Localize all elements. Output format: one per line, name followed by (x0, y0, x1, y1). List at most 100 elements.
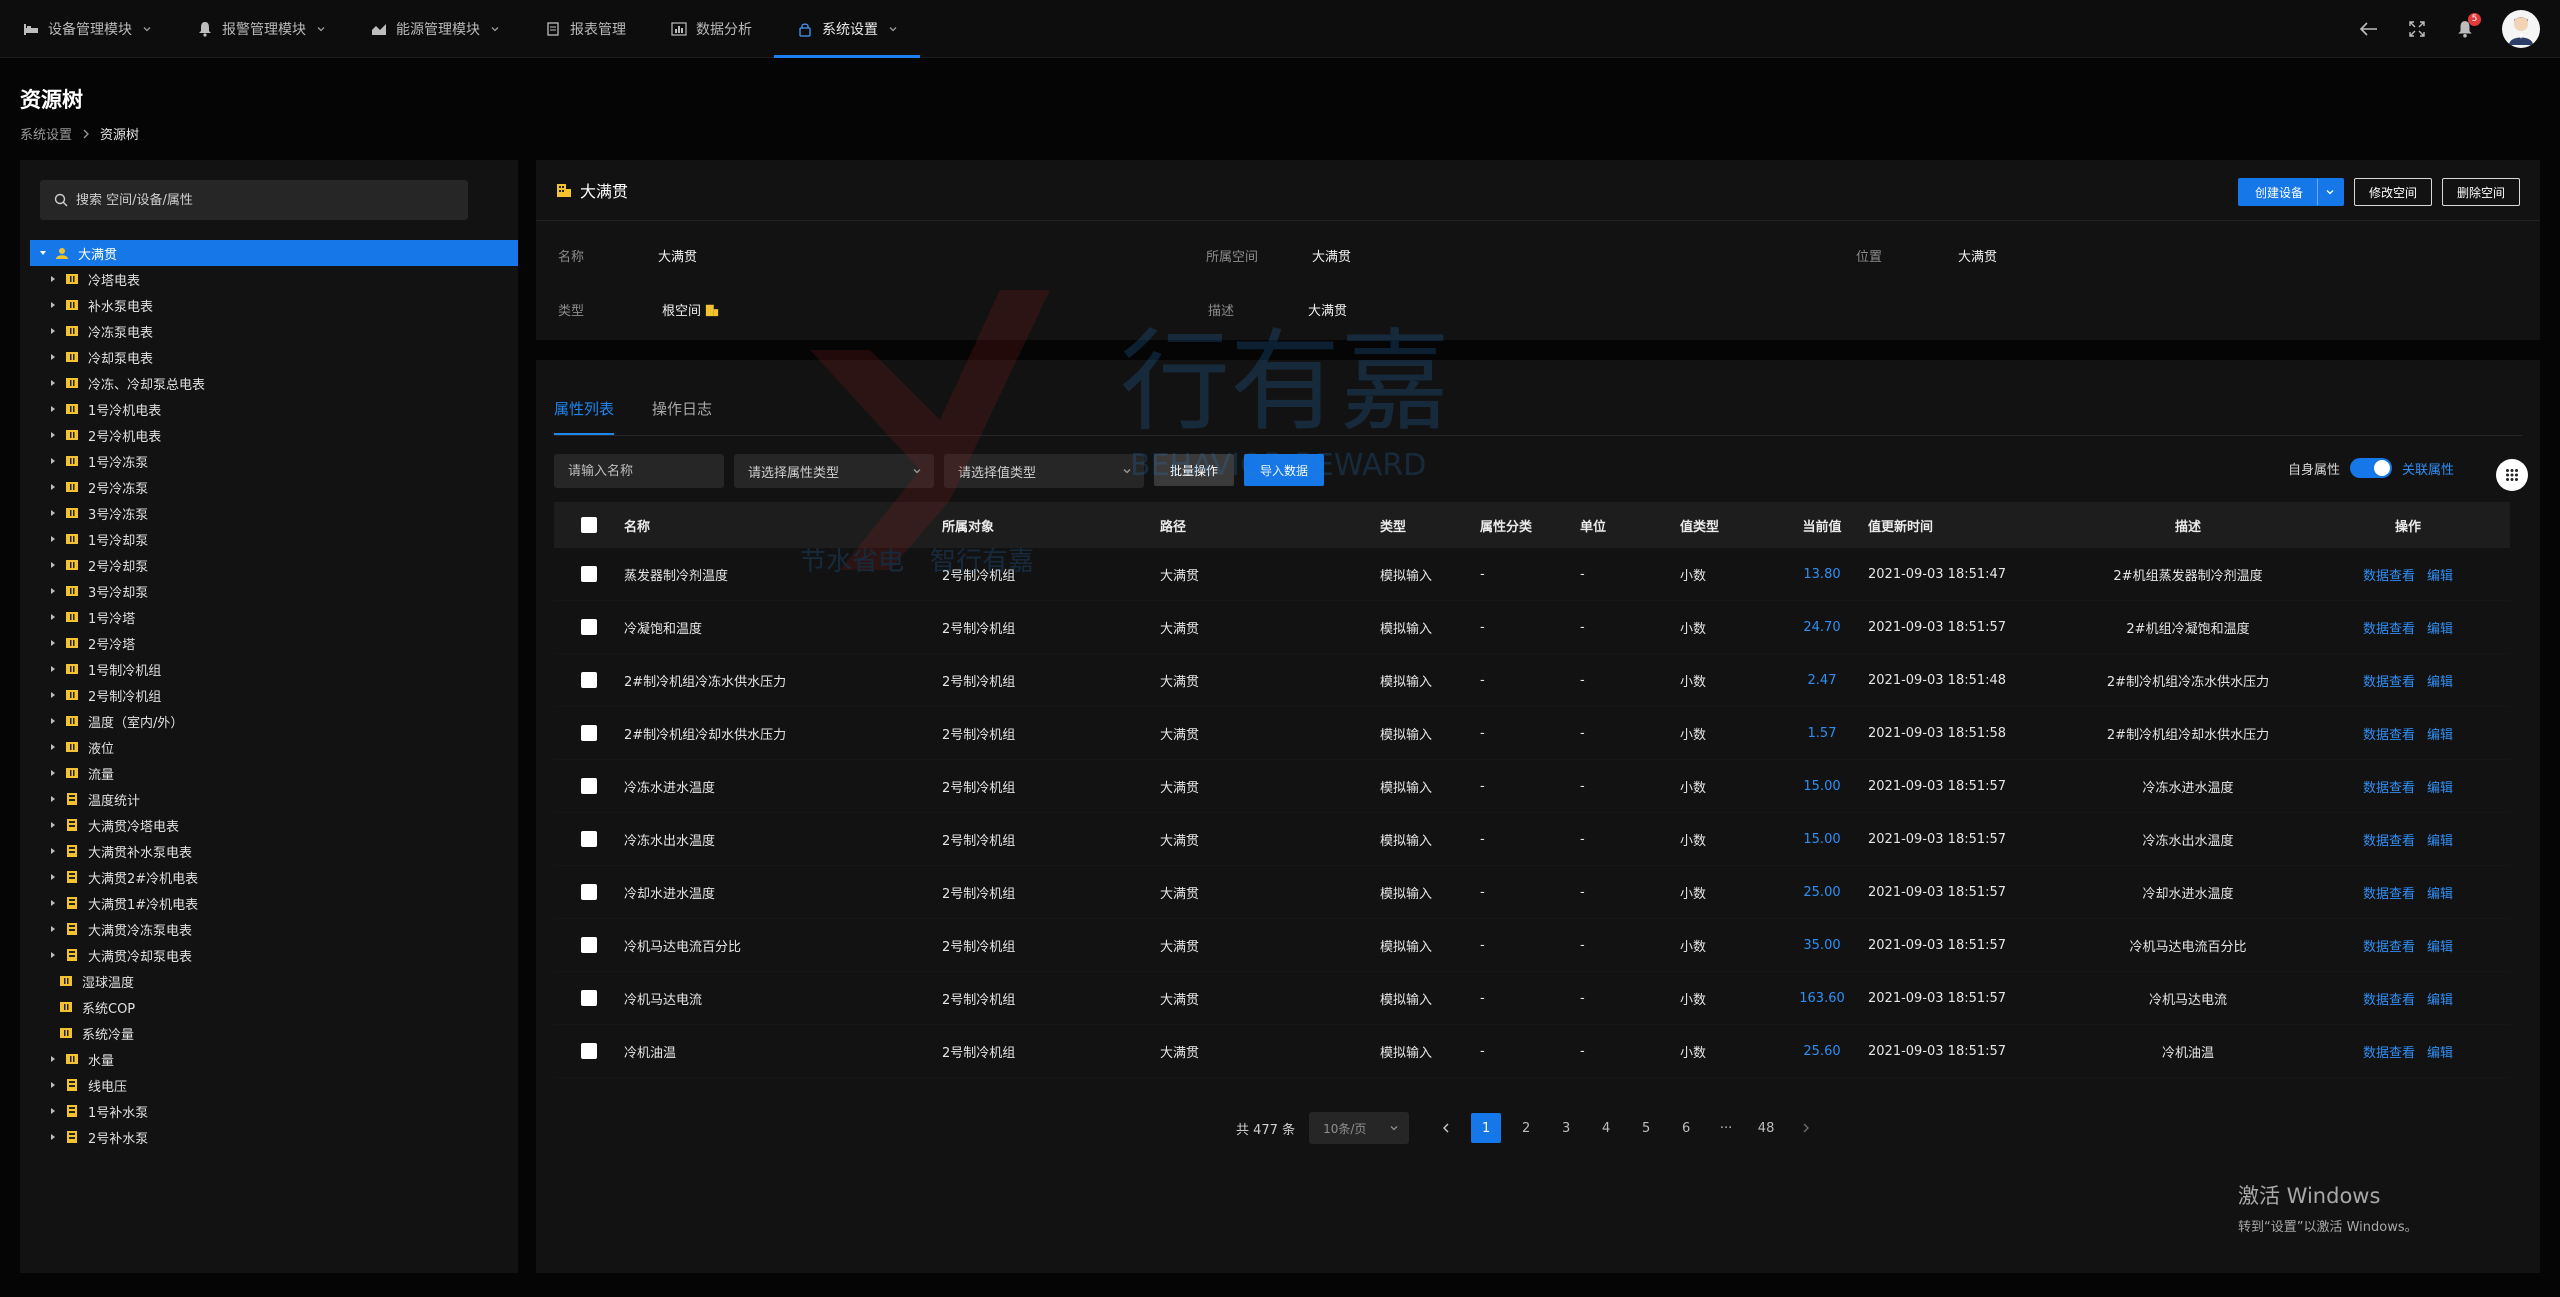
create-device-button[interactable]: 创建设备 (2237, 178, 2344, 206)
row-checkbox[interactable] (581, 1043, 597, 1059)
caret-right-icon[interactable] (48, 508, 58, 518)
prev-page-button[interactable] (1431, 1113, 1461, 1143)
name-filter-input[interactable] (568, 463, 698, 479)
cell-current-value[interactable]: 25.60 (1776, 1044, 1868, 1059)
caret-right-icon[interactable] (48, 1054, 58, 1064)
caret-right-icon[interactable] (48, 638, 58, 648)
edit-link[interactable]: 编辑 (2427, 728, 2453, 743)
select-all-checkbox[interactable] (581, 517, 597, 533)
fullscreen-icon[interactable] (2406, 18, 2428, 40)
tree-node[interactable]: 大满贯冷冻泵电表 (30, 916, 518, 942)
row-checkbox[interactable] (581, 831, 597, 847)
tree-node[interactable]: 2号补水泵 (30, 1124, 518, 1150)
grid-menu-button[interactable] (2496, 459, 2528, 491)
page-number[interactable]: 1 (1471, 1113, 1502, 1143)
caret-right-icon[interactable] (48, 326, 58, 336)
table-row[interactable]: 冷冻水出水温度 2号制冷机组 大满贯 模拟输入 - - 小数 15.00 2021-09-03 … (554, 813, 2510, 866)
tree-node[interactable]: 大满贯1#冷机电表 (30, 890, 518, 916)
caret-right-icon[interactable] (48, 378, 58, 388)
caret-right-icon[interactable] (48, 794, 58, 804)
tree-node[interactable]: 线电压 (30, 1072, 518, 1098)
edit-link[interactable]: 编辑 (2427, 993, 2453, 1008)
name-filter[interactable] (554, 454, 724, 488)
table-row[interactable]: 冷却水进水温度 2号制冷机组 大满贯 模拟输入 - - 小数 25.00 2021-09-03 … (554, 866, 2510, 919)
attr-type-select[interactable]: 请选择属性类型 (734, 454, 934, 488)
nav-item-device-management[interactable]: 设备管理模块 (0, 0, 174, 58)
caret-right-icon[interactable] (48, 274, 58, 284)
tab-attribute-list[interactable]: 属性列表 (554, 398, 615, 435)
caret-right-icon[interactable] (48, 768, 58, 778)
next-page-button[interactable] (1791, 1113, 1821, 1143)
tree-node[interactable]: 1号补水泵 (30, 1098, 518, 1124)
caret-right-icon[interactable] (48, 1106, 58, 1116)
tree-node[interactable]: 大满贯冷却泵电表 (30, 942, 518, 968)
caret-right-icon[interactable] (48, 534, 58, 544)
row-checkbox[interactable] (581, 725, 597, 741)
nav-item-report-management[interactable]: 报表管理 (522, 0, 648, 58)
cell-current-value[interactable]: 24.70 (1776, 620, 1868, 635)
row-checkbox[interactable] (581, 884, 597, 900)
tree-node[interactable]: 系统冷量 (30, 1020, 518, 1046)
row-checkbox[interactable] (581, 672, 597, 688)
caret-right-icon[interactable] (48, 612, 58, 622)
tree-node[interactable]: 水量 (30, 1046, 518, 1072)
tree-node[interactable]: 大满贯冷塔电表 (30, 812, 518, 838)
table-row[interactable]: 蒸发器制冷剂温度 2号制冷机组 大满贯 模拟输入 - - 小数 13.80 2021-09-03… (554, 548, 2510, 601)
tree-node[interactable]: 大满贯2#冷机电表 (30, 864, 518, 890)
avatar[interactable] (2502, 10, 2540, 48)
tree-node[interactable]: 液位 (30, 734, 518, 760)
edit-space-button[interactable]: 修改空间 (2353, 178, 2432, 206)
cell-current-value[interactable]: 13.80 (1776, 567, 1868, 582)
cell-current-value[interactable]: 163.60 (1776, 991, 1868, 1006)
scope-toggle[interactable] (2349, 458, 2392, 478)
tree-search-input[interactable] (76, 192, 456, 208)
caret-right-icon[interactable] (48, 456, 58, 466)
table-row[interactable]: 冷机马达电流 2号制冷机组 大满贯 模拟输入 - - 小数 163.60 2021-09-03 … (554, 972, 2510, 1025)
caret-right-icon[interactable] (48, 690, 58, 700)
row-checkbox[interactable] (581, 990, 597, 1006)
caret-right-icon[interactable] (48, 716, 58, 726)
tree-node[interactable]: 补水泵电表 (30, 292, 518, 318)
caret-right-icon[interactable] (48, 404, 58, 414)
tree-node[interactable]: 冷冻、冷却泵总电表 (30, 370, 518, 396)
table-row[interactable]: 冷机马达电流百分比 2号制冷机组 大满贯 模拟输入 - - 小数 35.00 2021-09-0… (554, 919, 2510, 972)
view-data-link[interactable]: 数据查看 (2363, 940, 2415, 955)
view-data-link[interactable]: 数据查看 (2363, 993, 2415, 1008)
tree-node[interactable]: 3号冷冻泵 (30, 500, 518, 526)
cell-current-value[interactable]: 35.00 (1776, 938, 1868, 953)
nav-item-energy-management[interactable]: 能源管理模块 (348, 0, 522, 58)
edit-link[interactable]: 编辑 (2427, 940, 2453, 955)
table-row[interactable]: 冷凝饱和温度 2号制冷机组 大满贯 模拟输入 - - 小数 24.70 2021-09-03 1… (554, 601, 2510, 654)
cell-current-value[interactable]: 15.00 (1776, 779, 1868, 794)
page-number[interactable]: 5 (1631, 1113, 1661, 1143)
caret-right-icon[interactable] (48, 430, 58, 440)
tree-node[interactable]: 冷冻泵电表 (30, 318, 518, 344)
notification-bell-icon[interactable]: 5 (2454, 13, 2481, 40)
tab-operation-log[interactable]: 操作日志 (652, 398, 712, 435)
caret-right-icon[interactable] (48, 1080, 58, 1090)
tree-node[interactable]: 2号冷机电表 (30, 422, 518, 448)
page-number[interactable]: 3 (1551, 1113, 1581, 1143)
caret-right-icon[interactable] (48, 482, 58, 492)
table-row[interactable]: 2#制冷机组冷冻水供水压力 2号制冷机组 大满贯 模拟输入 - - 小数 2.47 2021-0… (554, 654, 2510, 707)
view-data-link[interactable]: 数据查看 (2363, 569, 2415, 584)
caret-down-icon[interactable] (38, 248, 48, 258)
page-number[interactable]: 6 (1671, 1113, 1701, 1143)
caret-right-icon[interactable] (48, 924, 58, 934)
view-data-link[interactable]: 数据查看 (2363, 1046, 2415, 1061)
tree-node[interactable]: 2号冷却泵 (30, 552, 518, 578)
back-arrow-icon[interactable] (2358, 18, 2380, 40)
tree-node[interactable]: 1号冷塔 (30, 604, 518, 630)
row-checkbox[interactable] (581, 778, 597, 794)
chevron-down-icon[interactable] (2316, 179, 2343, 205)
caret-right-icon[interactable] (48, 1132, 58, 1142)
tree-node[interactable]: 温度（室内/外） (30, 708, 518, 734)
table-row[interactable]: 冷冻水进水温度 2号制冷机组 大满贯 模拟输入 - - 小数 15.00 2021-09-03 … (554, 760, 2510, 813)
caret-right-icon[interactable] (48, 560, 58, 570)
caret-right-icon[interactable] (48, 820, 58, 830)
tree-node[interactable]: 系统COP (30, 994, 518, 1020)
edit-link[interactable]: 编辑 (2427, 1046, 2453, 1061)
nav-item-alarm-management[interactable]: 报警管理模块 (174, 0, 348, 58)
tree-node[interactable]: 1号冷机电表 (30, 396, 518, 422)
tree-node[interactable]: 冷却泵电表 (30, 344, 518, 370)
